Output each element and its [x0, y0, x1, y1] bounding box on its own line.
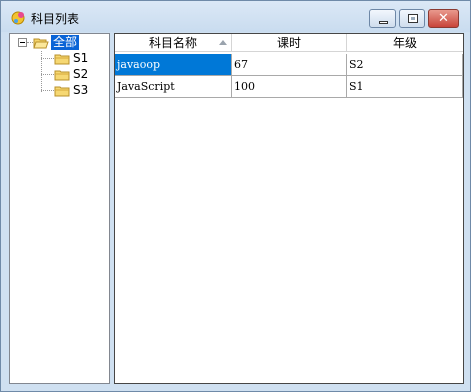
table-cell[interactable]: S2 [347, 54, 463, 76]
tree-node-s1[interactable]: S1 [54, 51, 108, 67]
tree-node-label: S3 [73, 83, 89, 97]
table-cell[interactable]: JavaScript [115, 76, 232, 98]
column-header-subject-name[interactable]: 科目名称 [115, 34, 232, 52]
maximize-button[interactable] [399, 9, 425, 28]
folder-icon [54, 70, 70, 81]
app-icon [11, 11, 25, 25]
subject-grid[interactable]: 科目名称 课时 年级 javaoop 67 S2 JavaScript 100 … [114, 33, 464, 384]
window-title: 科目列表 [31, 12, 80, 26]
subject-tree[interactable]: 全部 S1 S2 S3 [9, 33, 110, 384]
column-header-hours[interactable]: 课时 [232, 34, 347, 52]
tree-node-label: S2 [73, 67, 89, 81]
tree-node-s2[interactable]: S2 [54, 67, 108, 83]
collapse-toggle-icon[interactable] [18, 38, 27, 47]
folder-icon [54, 86, 70, 97]
folder-icon [54, 54, 70, 65]
column-header-label: 科目名称 [148, 36, 197, 50]
tree-node-all[interactable]: 全部 [32, 35, 108, 51]
table-cell[interactable]: 67 [232, 54, 347, 76]
subject-list-window: 科目列表 ✕ 全部 S1 S2 S3 科目名称 课时 年级 javaoop 67… [0, 0, 471, 392]
table-cell[interactable]: 100 [232, 76, 347, 98]
tree-node-label: S1 [73, 51, 89, 65]
title-bar[interactable]: 科目列表 ✕ [1, 1, 470, 32]
column-header-label: 课时 [276, 36, 301, 50]
close-button[interactable]: ✕ [428, 9, 459, 28]
tree-node-label: 全部 [51, 35, 80, 50]
open-folder-icon [33, 38, 49, 49]
maximize-icon [408, 14, 418, 23]
close-icon: ✕ [438, 11, 449, 26]
minimize-icon [379, 21, 388, 24]
minimize-button[interactable] [369, 9, 396, 28]
table-cell[interactable]: javaoop [115, 54, 232, 76]
column-header-grade[interactable]: 年级 [347, 34, 463, 52]
tree-line [41, 58, 54, 59]
column-header-label: 年级 [392, 36, 417, 50]
sort-ascending-icon [219, 40, 227, 45]
tree-line [41, 90, 54, 91]
tree-node-s3[interactable]: S3 [54, 83, 108, 99]
tree-line [41, 74, 54, 75]
table-cell[interactable]: S1 [347, 76, 463, 98]
